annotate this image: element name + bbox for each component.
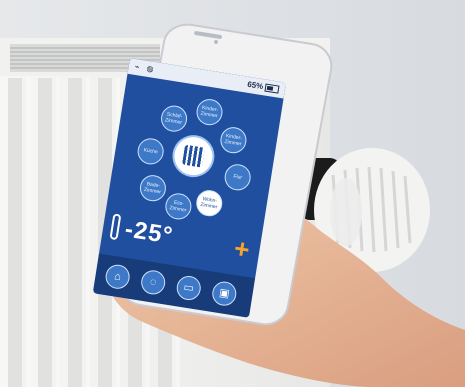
bulb-icon[interactable]: ◌	[139, 268, 167, 297]
battery-icon	[264, 83, 280, 94]
room-label-schlafzimmer: Schlaf- Zimmer	[164, 111, 183, 126]
battery-percent: 65%	[246, 79, 264, 92]
room-button-kinderzimmer-2[interactable]: Kinder- Zimmer	[218, 125, 249, 156]
hub-logo	[171, 134, 216, 178]
room-label-badezimmer: Bade- Zimmer	[143, 181, 162, 196]
wifi-icon: ⌁	[134, 61, 141, 72]
room-label-esszimmer: Ess- Zimmer	[169, 199, 187, 214]
hub-bars-icon	[181, 144, 205, 168]
house-icon[interactable]: ⌂	[103, 263, 132, 291]
room-button-kinderzimmer-1[interactable]: Kinder- Zimmer	[194, 97, 225, 127]
room-label-kinderzimmer-2: Kinder- Zimmer	[224, 133, 243, 148]
temperature-value: -25°	[123, 215, 176, 250]
thermometer-icon	[109, 213, 122, 241]
room-label-kueche: Küche	[143, 147, 159, 156]
room-label-wohnzimmer: Wohn- Zimmer	[199, 196, 218, 211]
car-icon[interactable]: ▭	[175, 274, 203, 302]
room-button-schlafzimmer[interactable]: Schlaf- Zimmer	[159, 103, 189, 134]
lock-icon[interactable]: ▣	[210, 279, 239, 308]
room-button-badezimmer[interactable]: Bade- Zimmer	[138, 173, 168, 204]
room-button-flur[interactable]: Flur	[222, 162, 253, 193]
room-button-kueche[interactable]: Küche	[135, 136, 166, 167]
room-label-flur: Flur	[232, 173, 243, 181]
increase-temperature-button[interactable]: +	[232, 233, 252, 266]
room-label-kinderzimmer-1: Kinder- Zimmer	[200, 104, 219, 120]
room-button-wohnzimmer[interactable]: Wohn- Zimmer	[194, 188, 225, 219]
globe-icon: ◍	[145, 63, 155, 74]
